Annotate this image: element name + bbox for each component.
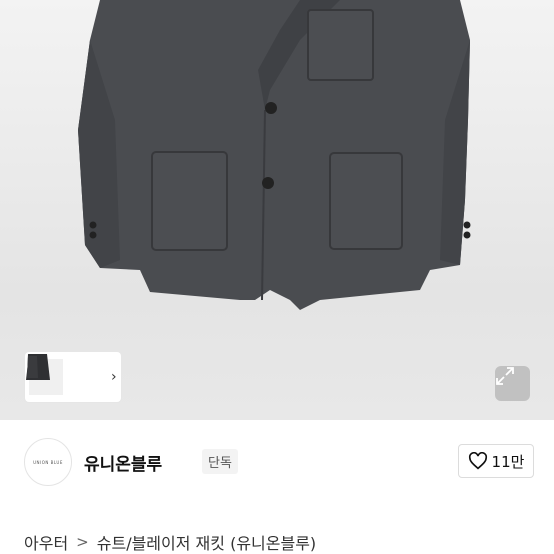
- thumbnail-strip[interactable]: ›: [25, 352, 121, 402]
- expand-icon[interactable]: [495, 366, 530, 401]
- chevron-right-icon[interactable]: ›: [111, 369, 117, 385]
- exclusive-badge: 단독: [202, 449, 238, 474]
- like-count: 11만: [491, 452, 525, 471]
- breadcrumb-item-category[interactable]: 슈트/블레이저 재킷 (유니온블루): [97, 530, 316, 554]
- breadcrumb: 아우터 > 슈트/블레이저 재킷 (유니온블루): [24, 530, 316, 554]
- shop-info: UNION BLUE 유니온블루 단독 11만: [24, 438, 534, 486]
- breadcrumb-separator: >: [76, 533, 89, 551]
- breadcrumb-item-outer[interactable]: 아우터: [24, 530, 68, 554]
- thumbnail-2[interactable]: [27, 354, 85, 395]
- shop-name[interactable]: 유니온블루: [84, 450, 162, 475]
- thumbnail-3[interactable]: [27, 356, 107, 395]
- heart-icon: [468, 452, 487, 470]
- product-image-area: ›: [0, 0, 554, 420]
- shop-logo[interactable]: UNION BLUE: [24, 438, 72, 486]
- like-button[interactable]: 11만: [458, 444, 534, 478]
